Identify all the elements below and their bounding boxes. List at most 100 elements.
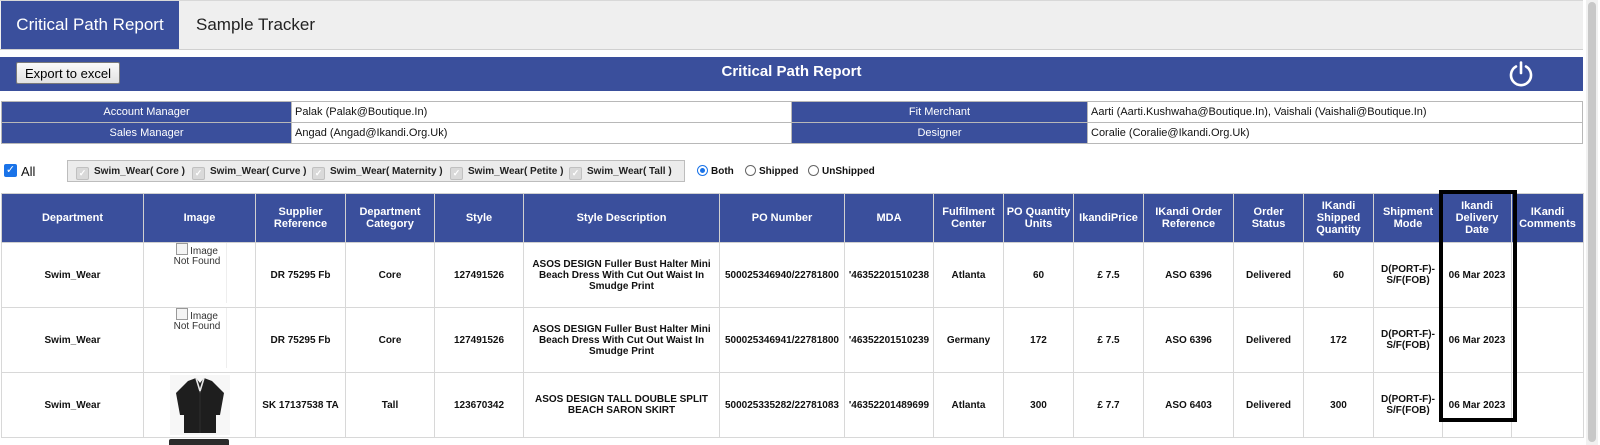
cell-delivery-date: 06 Mar 2023	[1442, 242, 1512, 308]
column-header-shipment-mode: Shipment Mode	[1373, 193, 1443, 243]
cell-ship-mode: D(PORT-F)-S/F(FOB)	[1373, 307, 1443, 373]
column-header-po-quantity-units: PO Quantity Units	[1003, 193, 1074, 243]
all-checkbox-label: All	[21, 164, 36, 179]
cell-order-ref: ASO 6396	[1143, 242, 1234, 308]
cell-style-desc: ASOS DESIGN Fuller Bust Halter Mini Beac…	[523, 242, 720, 308]
cell-delivery-date: 06 Mar 2023	[1442, 372, 1512, 438]
tab-bar: Critical Path Report Sample Tracker	[0, 0, 1583, 50]
table-row: Swim_Wear Image Not Found DR 75295 Fb Core 1…	[1, 307, 1584, 373]
checkbox-icon: ✓	[192, 167, 205, 180]
cell-supplier-ref: DR 75295 Fb	[255, 307, 346, 373]
product-image-cell	[143, 372, 256, 438]
filter-bar: ✓ All ✓ Swim_Wear( Core ) ✓ Swim_Wear( Cur…	[0, 160, 1583, 184]
sales-manager-label: Sales Manager	[1, 122, 292, 144]
table-header-row: Department Image Supplier Reference Departm…	[1, 193, 1584, 243]
report-title-bar: Export to excel Critical Path Report	[0, 57, 1583, 91]
cell-dept-category: Tall	[345, 372, 435, 438]
cell-price: £ 7.5	[1073, 242, 1144, 308]
cell-po-number: 500025346941/22781800	[719, 307, 845, 373]
table-row: Swim_Wear Image Not Found DR 75295 Fb Core 1…	[1, 242, 1584, 308]
cell-shipped-qty: 172	[1303, 307, 1374, 373]
cell-status: Delivered	[1233, 372, 1304, 438]
account-manager-value: Palak (Palak@Boutique.In)	[291, 101, 792, 123]
column-header-supplier-reference: Supplier Reference	[255, 193, 346, 243]
cell-po-number: 500025335282/22781083	[719, 372, 845, 438]
radio-unshipped[interactable]: UnShipped	[808, 165, 875, 177]
column-header-ikandiprice: IkandiPrice	[1073, 193, 1144, 243]
product-image-cell: Image Not Found	[143, 307, 256, 373]
cell-style: 127491526	[434, 307, 524, 373]
page-title: Critical Path Report	[721, 63, 862, 80]
category-checkbox-maternity[interactable]: ✓ Swim_Wear( Maternity )	[312, 164, 443, 180]
column-header-ikandi-delivery-date: Ikandi Delivery Date	[1442, 193, 1512, 243]
broken-image-icon: Image Not Found	[168, 243, 227, 303]
column-header-style-description: Style Description	[523, 193, 720, 243]
radio-both[interactable]: Both	[697, 165, 734, 177]
info-table: Account Manager Palak (Palak@Boutique.In…	[1, 101, 1583, 144]
broken-image-icon: Image Not Found	[168, 308, 227, 368]
checkbox-icon: ✓	[76, 167, 89, 180]
cell-fulfilment: Atlanta	[933, 242, 1004, 308]
cell-supplier-ref: DR 75295 Fb	[255, 242, 346, 308]
designer-value: Coralie (Coralie@Ikandi.Org.Uk)	[1087, 122, 1583, 144]
column-header-ikandi-order-reference: IKandi Order Reference	[1143, 193, 1234, 243]
product-image-cell: Image Not Found	[143, 242, 256, 308]
cell-po-qty: 300	[1003, 372, 1074, 438]
garment-image-partial	[169, 439, 229, 445]
cell-ship-mode: D(PORT-F)-S/F(FOB)	[1373, 242, 1443, 308]
column-header-style: Style	[434, 193, 524, 243]
scrollbar-thumb[interactable]	[1588, 2, 1596, 442]
checkbox-icon: ✓	[450, 167, 463, 180]
cell-dept-category: Core	[345, 242, 435, 308]
column-header-fulfilment-center: Fulfilment Center	[933, 193, 1004, 243]
column-header-order-status: Order Status	[1233, 193, 1304, 243]
cell-dept-category: Core	[345, 307, 435, 373]
checkbox-icon: ✓	[569, 167, 582, 180]
table-row: Swim_Wear SK 17137538 TA Tall 123670342 ASOS…	[1, 372, 1584, 438]
cell-department: Swim_Wear	[1, 242, 144, 308]
cell-fulfilment: Atlanta	[933, 372, 1004, 438]
cell-shipped-qty: 300	[1303, 372, 1374, 438]
cell-status: Delivered	[1233, 242, 1304, 308]
radio-shipped[interactable]: Shipped	[745, 165, 798, 177]
category-checkbox-core[interactable]: ✓ Swim_Wear( Core )	[76, 164, 185, 180]
cell-po-number: 500025346940/22781800	[719, 242, 845, 308]
critical-path-table: Department Image Supplier Reference Departm…	[1, 193, 1584, 438]
column-header-department-category: Department Category	[345, 193, 435, 243]
checkbox-icon: ✓	[312, 167, 325, 180]
cell-department: Swim_Wear	[1, 307, 144, 373]
account-manager-label: Account Manager	[1, 101, 292, 123]
category-checkbox-tall[interactable]: ✓ Swim_Wear( Tall )	[569, 164, 672, 180]
cell-mda: '46352201510239	[844, 307, 934, 373]
designer-label: Designer	[791, 122, 1088, 144]
all-checkbox[interactable]: ✓	[4, 164, 17, 177]
cell-style: 123670342	[434, 372, 524, 438]
cell-order-ref: ASO 6403	[1143, 372, 1234, 438]
cell-ship-mode: D(PORT-F)-S/F(FOB)	[1373, 372, 1443, 438]
category-filter-group: ✓ Swim_Wear( Core ) ✓ Swim_Wear( Curve ) ✓…	[67, 160, 685, 182]
cell-order-ref: ASO 6396	[1143, 307, 1234, 373]
tab-sample-tracker[interactable]: Sample Tracker	[196, 1, 315, 49]
cell-comments	[1511, 242, 1584, 308]
category-checkbox-curve[interactable]: ✓ Swim_Wear( Curve )	[192, 164, 307, 180]
cell-comments	[1511, 307, 1584, 373]
cell-supplier-ref: SK 17137538 TA	[255, 372, 346, 438]
power-icon[interactable]	[1507, 60, 1535, 88]
fit-merchant-label: Fit Merchant	[791, 101, 1088, 123]
cell-delivery-date: 06 Mar 2023	[1442, 307, 1512, 373]
cell-style-desc: ASOS DESIGN TALL DOUBLE SPLIT BEACH SARO…	[523, 372, 720, 438]
column-header-ikandi-shipped-quantity: IKandi Shipped Quantity	[1303, 193, 1374, 243]
cell-fulfilment: Germany	[933, 307, 1004, 373]
cell-department: Swim_Wear	[1, 372, 144, 438]
category-checkbox-petite[interactable]: ✓ Swim_Wear( Petite )	[450, 164, 563, 180]
column-header-mda: MDA	[844, 193, 934, 243]
column-header-image: Image	[143, 193, 256, 243]
product-photo-icon[interactable]	[169, 375, 230, 435]
cell-comments	[1511, 372, 1584, 438]
fit-merchant-value: Aarti (Aarti.Kushwaha@Boutique.In), Vais…	[1087, 101, 1583, 123]
cell-price: £ 7.5	[1073, 307, 1144, 373]
tab-critical-path-report[interactable]: Critical Path Report	[1, 1, 179, 49]
cell-mda: '46352201489699	[844, 372, 934, 438]
column-header-department: Department	[1, 193, 144, 243]
table-row-partial	[1, 437, 1583, 445]
